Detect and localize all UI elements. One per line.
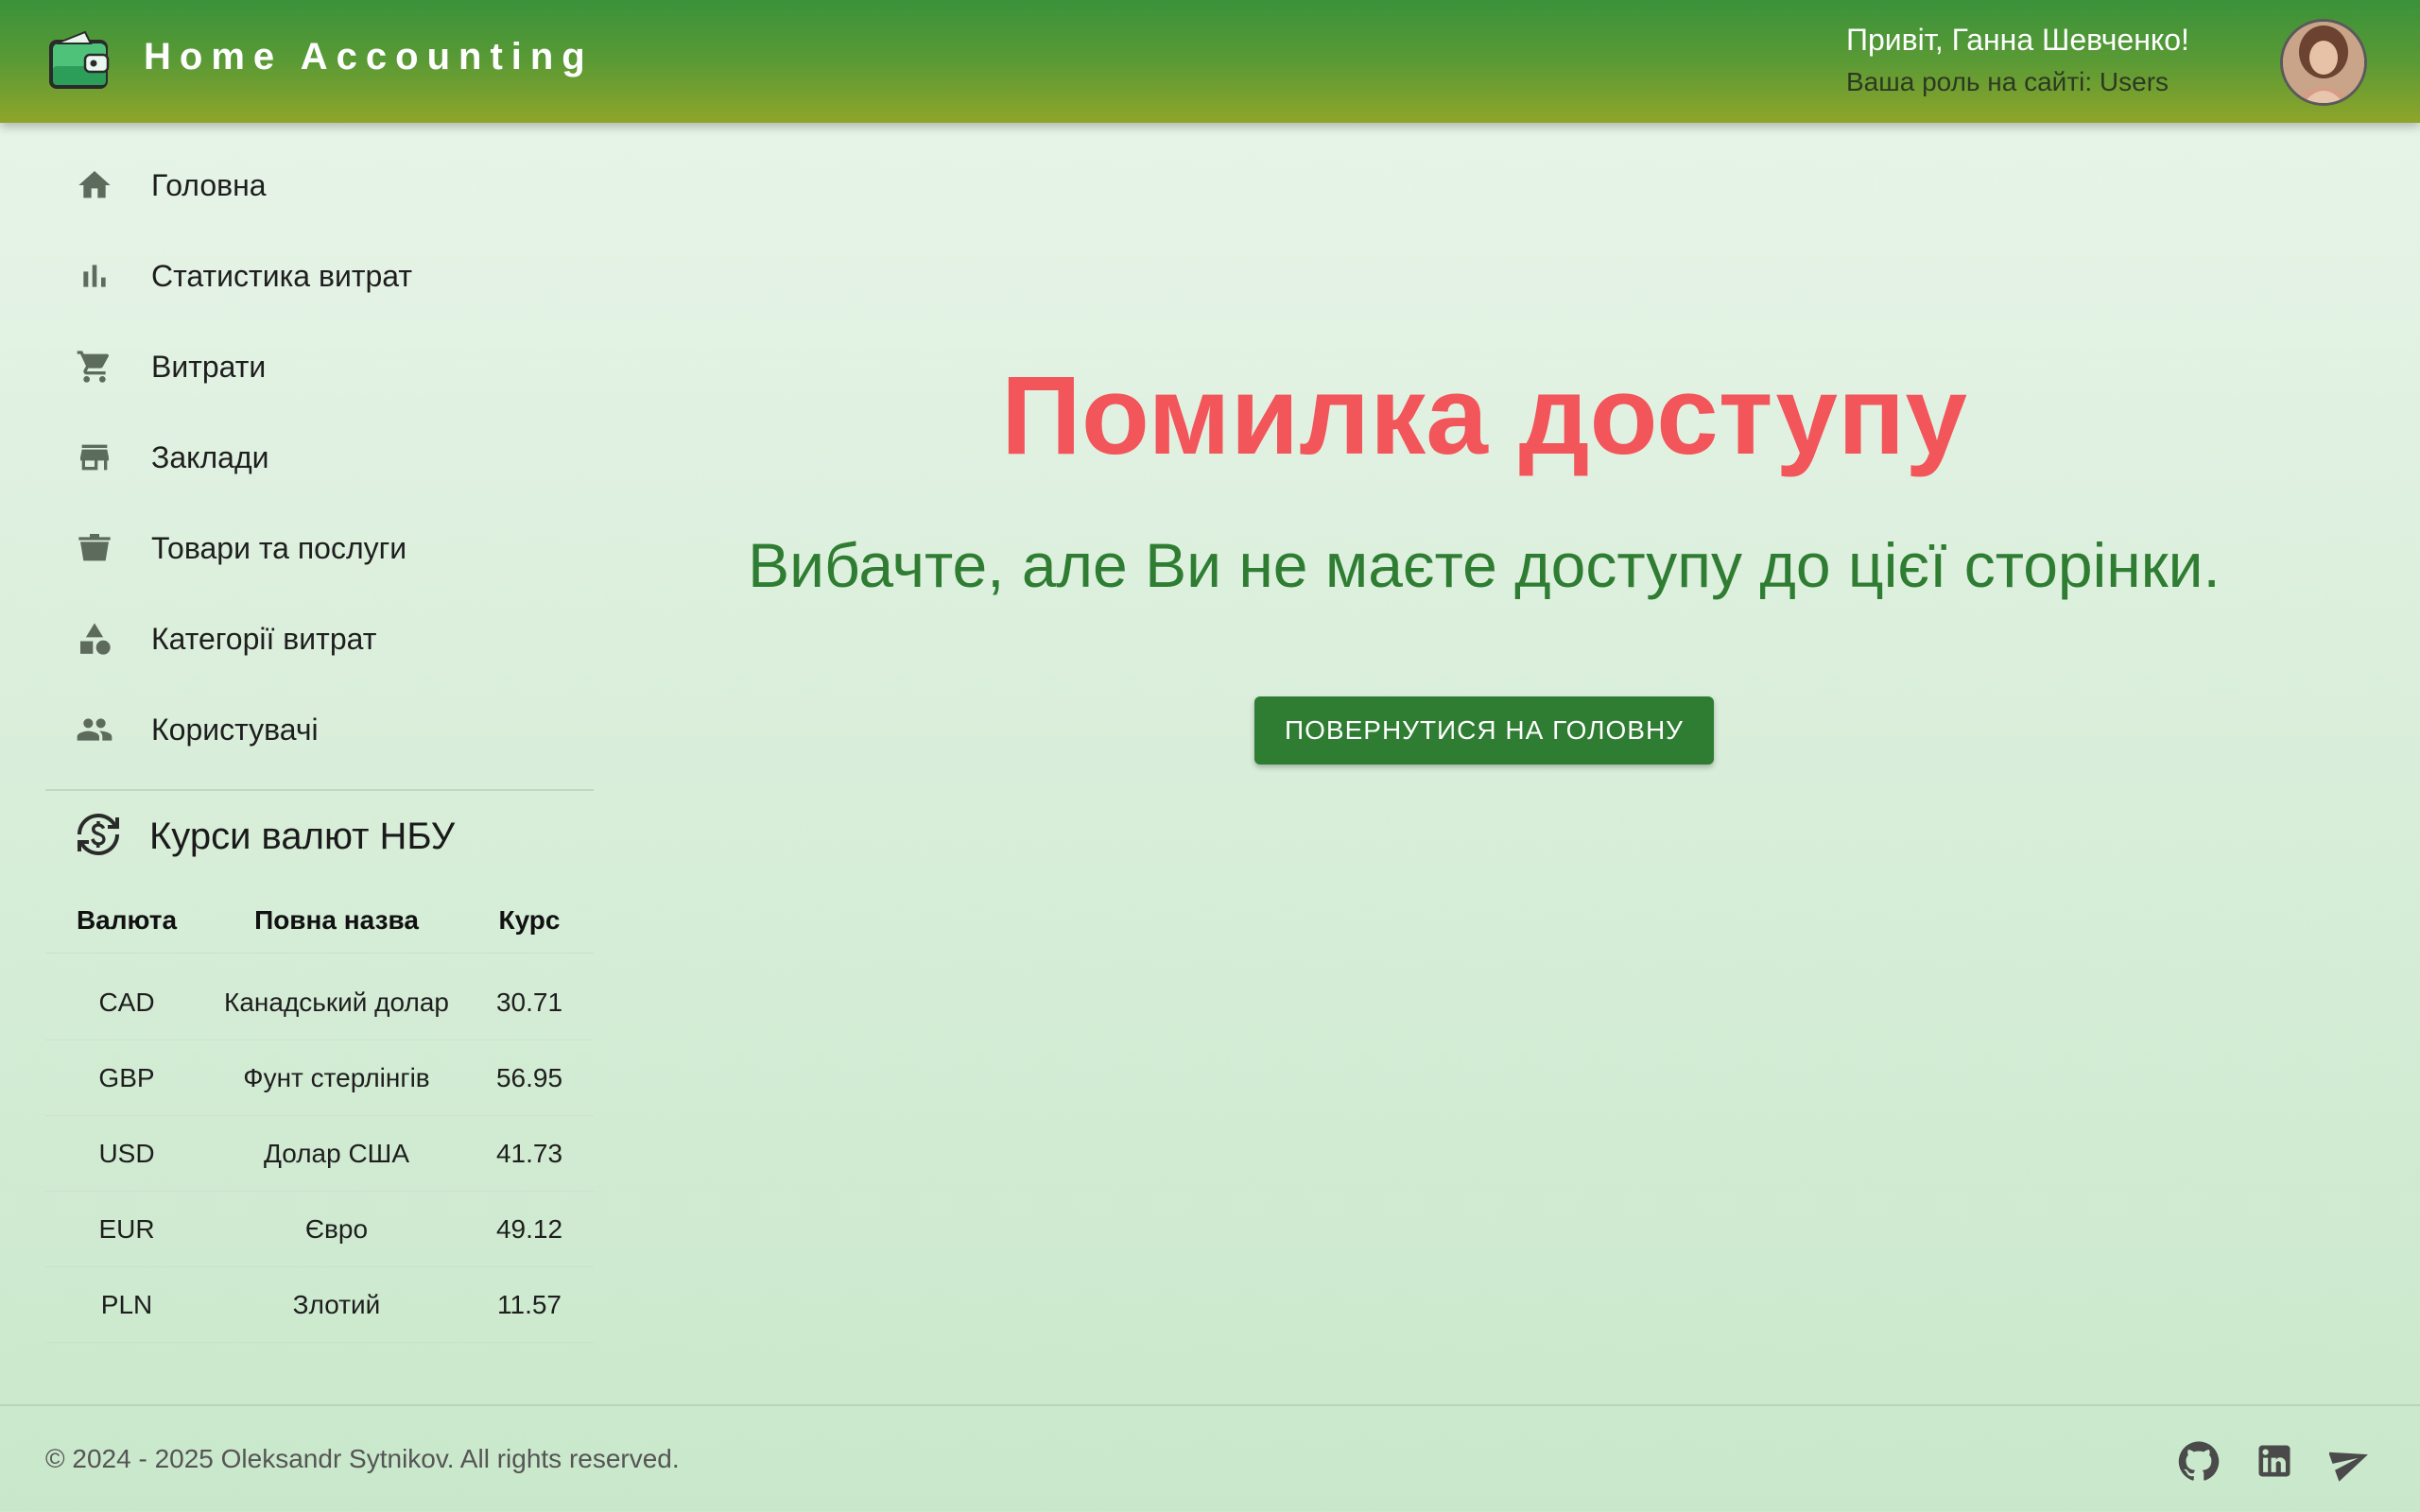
currency-rate: 49.12: [465, 1191, 594, 1267]
user-greeting: Привіт, Ганна Шевченко!: [1846, 23, 2189, 57]
basket-icon: [45, 529, 149, 567]
telegram-icon[interactable]: [2327, 1438, 2373, 1484]
currency-rate: 41.73: [465, 1115, 594, 1192]
rates-title: Курси валют НБУ: [149, 815, 456, 857]
linkedin-icon[interactable]: [2252, 1438, 2297, 1484]
column-header: Курс: [465, 888, 594, 954]
shopping-cart-icon: [45, 348, 149, 386]
sidebar-item-goods[interactable]: Товари та послуги: [45, 503, 594, 593]
column-header: Валюта: [45, 888, 208, 954]
currency-code: USD: [45, 1115, 208, 1192]
github-icon[interactable]: [2176, 1438, 2221, 1484]
currency-code: PLN: [45, 1266, 208, 1343]
table-spacer: [45, 954, 594, 966]
currency-rate: 11.57: [465, 1266, 594, 1343]
category-icon: [45, 620, 149, 658]
table-row: GBP Фунт стерлінгів 56.95: [45, 1040, 594, 1116]
currency-name: Злотий: [208, 1266, 465, 1343]
table-row: CAD Канадський долар 30.71: [45, 965, 594, 1040]
currency-code: GBP: [45, 1040, 208, 1116]
error-title: Помилка доступу: [1001, 353, 1967, 478]
table-row: PLN Злотий 11.57: [45, 1266, 594, 1343]
currency-rate: 30.71: [465, 965, 594, 1040]
home-icon: [45, 166, 149, 204]
sidebar-item-expenses[interactable]: Витрати: [45, 321, 594, 412]
table-header-row: Валюта Повна назва Курс: [45, 888, 594, 954]
currency-exchange-icon: [76, 812, 121, 862]
sidebar-item-label: Категорії витрат: [151, 621, 377, 656]
back-home-button[interactable]: ПОВЕРНУТИСЯ НА ГОЛОВНУ: [1254, 696, 1714, 765]
app-header: Home Accounting Привіт, Ганна Шевченко! …: [0, 0, 2420, 123]
sidebar-item-statistics[interactable]: Статистика витрат: [45, 231, 594, 321]
copyright-text: © 2024 - 2025 Oleksandr Sytnikov. All ri…: [45, 1444, 680, 1473]
sidebar-item-home[interactable]: Головна: [45, 140, 594, 231]
bar-chart-icon: [45, 257, 149, 295]
rates-table: Валюта Повна назва Курс CAD Канадський д…: [45, 888, 594, 1343]
currency-name: Долар США: [208, 1115, 465, 1192]
sidebar-item-stores[interactable]: Заклади: [45, 412, 594, 503]
rates-header: Курси валют НБУ: [76, 808, 455, 865]
sidebar-divider: [45, 789, 594, 791]
app-title[interactable]: Home Accounting: [144, 36, 594, 78]
currency-name: Євро: [208, 1191, 465, 1267]
sidebar-item-label: Головна: [151, 167, 267, 202]
wallet-icon[interactable]: [47, 28, 112, 93]
currency-name: Фунт стерлінгів: [208, 1040, 465, 1116]
table-row: USD Долар США 41.73: [45, 1115, 594, 1192]
sidebar-item-label: Товари та послуги: [151, 530, 407, 565]
user-avatar[interactable]: [2280, 19, 2367, 106]
footer: © 2024 - 2025 Oleksandr Sytnikov. All ri…: [0, 1404, 2420, 1512]
store-icon: [45, 438, 149, 476]
error-message: Вибачте, але Ви не маєте доступу до цієї…: [748, 530, 2221, 600]
currency-rate: 56.95: [465, 1040, 594, 1116]
currency-code: EUR: [45, 1191, 208, 1267]
currency-code: CAD: [45, 965, 208, 1040]
column-header: Повна назва: [208, 888, 465, 954]
sidebar-item-label: Користувачі: [151, 712, 319, 747]
sidebar-item-users[interactable]: Користувачі: [45, 684, 594, 775]
currency-name: Канадський долар: [208, 965, 465, 1040]
user-role: Ваша роль на сайті: Users: [1846, 67, 2169, 96]
table-row: EUR Євро 49.12: [45, 1191, 594, 1267]
sidebar: Головна Статистика витрат Витрати Заклад…: [0, 123, 605, 1408]
sidebar-item-label: Витрати: [151, 349, 267, 384]
sidebar-item-categories[interactable]: Категорії витрат: [45, 593, 594, 684]
sidebar-item-label: Статистика витрат: [151, 258, 413, 293]
people-icon: [45, 711, 149, 748]
sidebar-item-label: Заклади: [151, 439, 269, 474]
